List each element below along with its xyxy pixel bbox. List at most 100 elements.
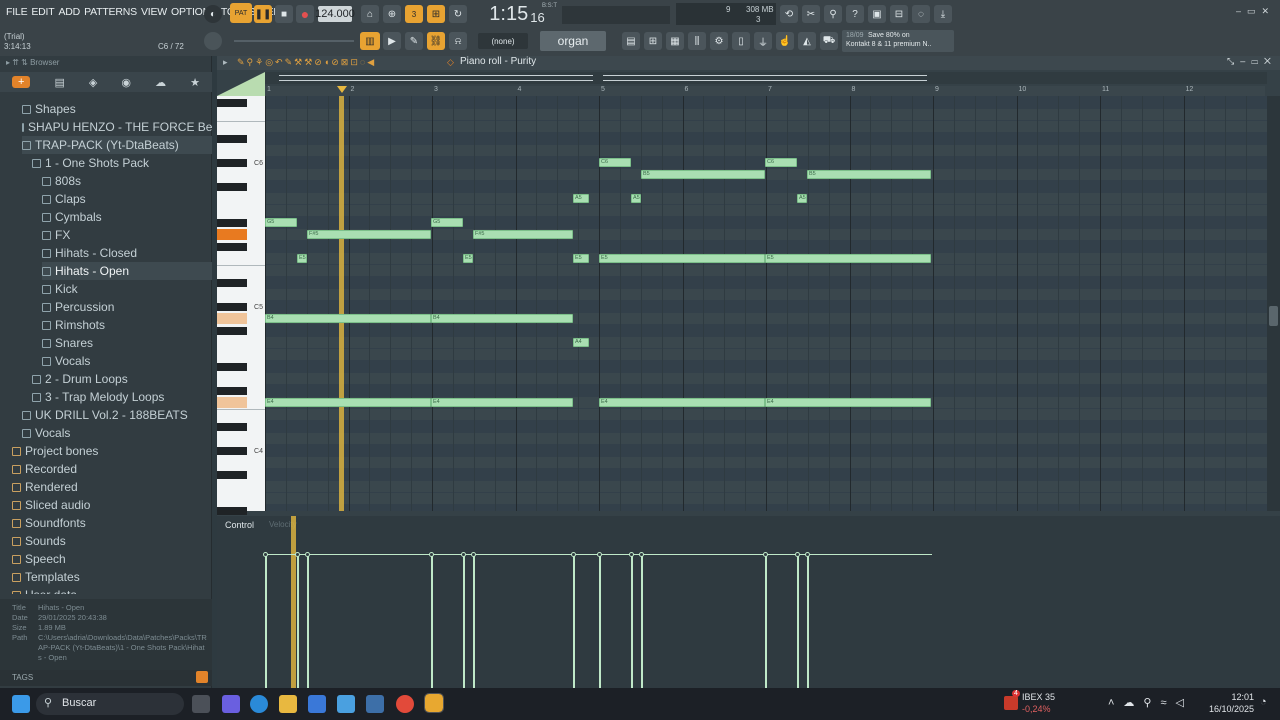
- pianoroll-overview[interactable]: [265, 72, 1267, 84]
- browser-item[interactable]: Soundfonts: [12, 514, 212, 532]
- clock[interactable]: 12:01: [1208, 692, 1254, 702]
- chrome-icon[interactable]: [396, 695, 414, 713]
- help-icon[interactable]: ?: [846, 5, 864, 23]
- black-key[interactable]: [217, 159, 247, 167]
- black-key[interactable]: [217, 387, 247, 395]
- black-key[interactable]: [217, 327, 247, 335]
- black-key[interactable]: [217, 243, 247, 251]
- black-key[interactable]: [217, 183, 247, 191]
- note-A5[interactable]: A5: [573, 194, 589, 203]
- velocity-handle[interactable]: [795, 552, 800, 557]
- browser-tab-1[interactable]: ▤: [54, 76, 64, 89]
- black-key[interactable]: [217, 135, 247, 143]
- browser-item[interactable]: 808s: [42, 172, 212, 190]
- black-key[interactable]: [217, 303, 247, 311]
- velocity-handle[interactable]: [295, 552, 300, 557]
- playhead-marker[interactable]: [337, 86, 347, 93]
- velocity-handle[interactable]: [639, 552, 644, 557]
- velocity-bar[interactable]: [573, 554, 575, 688]
- note-E4[interactable]: E4: [431, 398, 573, 407]
- black-key[interactable]: [217, 99, 247, 107]
- copilot-icon[interactable]: [222, 695, 240, 713]
- browser-item[interactable]: FX: [42, 226, 212, 244]
- note-E5[interactable]: E5: [765, 254, 931, 263]
- black-key[interactable]: [217, 423, 247, 431]
- velocity-bar[interactable]: [431, 554, 433, 688]
- browser-item[interactable]: 1 - One Shots Pack: [32, 154, 212, 172]
- mixer-view-icon[interactable]: ⫼: [688, 32, 706, 50]
- browser-tab-3[interactable]: ◉: [121, 76, 131, 89]
- blend-notes-button[interactable]: ⊞: [427, 5, 445, 23]
- mic-icon[interactable]: ⚲: [824, 5, 842, 23]
- note-E4[interactable]: E4: [599, 398, 765, 407]
- start-icon[interactable]: [12, 695, 30, 713]
- edge-icon[interactable]: [250, 695, 268, 713]
- note-E5[interactable]: E5: [463, 254, 473, 263]
- plug-icon[interactable]: ⏚: [754, 32, 772, 50]
- velocity-handle[interactable]: [597, 552, 602, 557]
- black-key[interactable]: [217, 279, 247, 287]
- black-key[interactable]: [217, 507, 247, 515]
- pattern-selector[interactable]: (none): [478, 33, 528, 49]
- velocity-bar[interactable]: [599, 554, 601, 688]
- pianoroll-window-controls[interactable]: ⤡–▭✕: [1227, 56, 1277, 67]
- browser-item[interactable]: Sounds: [12, 532, 212, 550]
- playlist-icon[interactable]: ▤: [622, 32, 640, 50]
- speaker-icon[interactable]: ◭: [798, 32, 816, 50]
- black-key[interactable]: [217, 363, 247, 371]
- velocity-bar[interactable]: [641, 554, 643, 688]
- date[interactable]: 16/10/2025: [1204, 704, 1254, 714]
- velocity-handle[interactable]: [461, 552, 466, 557]
- file-explorer-icon[interactable]: [279, 695, 297, 713]
- browser-item[interactable]: 3 - Trap Melody Loops: [32, 388, 212, 406]
- zoom-corner[interactable]: [217, 72, 265, 96]
- browser-item[interactable]: SHAPU HENZO - THE FORCE Beta Drum Kit: [22, 118, 212, 136]
- browser-item[interactable]: Vocals: [42, 352, 212, 370]
- note-F#5[interactable]: F#5: [307, 230, 431, 239]
- touch-icon[interactable]: ☝: [776, 32, 794, 50]
- menu-circle-icon[interactable]: ◐: [204, 5, 222, 23]
- note-B5[interactable]: B5: [807, 170, 931, 179]
- browser-tab-5[interactable]: ★: [190, 76, 200, 89]
- store-icon[interactable]: [308, 695, 326, 713]
- velocity-bar[interactable]: [307, 554, 309, 688]
- browser-item[interactable]: Kick: [42, 280, 212, 298]
- note-grid[interactable]: G5 F#5 E5 B4 E4 G5 E5 F#5 B4 E4 A5 E5 A4 C6 B5 A5 E5 E4 C6…: [265, 96, 1267, 511]
- timeline-ruler[interactable]: 1 2 3 4 5 6 7 8 9 10 11 12: [265, 86, 1265, 96]
- velocity-bar[interactable]: [631, 554, 633, 688]
- mail-icon[interactable]: [337, 695, 355, 713]
- black-key[interactable]: [217, 471, 247, 479]
- undo-icon[interactable]: ⟲: [780, 5, 798, 23]
- note-E5[interactable]: E5: [297, 254, 307, 263]
- download-icon[interactable]: ⤓: [934, 5, 952, 23]
- velocity-handle[interactable]: [429, 552, 434, 557]
- menu-file[interactable]: FILE: [4, 6, 29, 18]
- velocity-handle[interactable]: [571, 552, 576, 557]
- fl-studio-icon[interactable]: [424, 693, 444, 713]
- browser-item[interactable]: Speech: [12, 550, 212, 568]
- wait-icon[interactable]: ⊕: [383, 5, 401, 23]
- pianoroll-icon[interactable]: ⊞: [644, 32, 662, 50]
- velocity-handle[interactable]: [263, 552, 268, 557]
- menu-edit[interactable]: EDIT: [29, 6, 56, 18]
- note-E5[interactable]: E5: [573, 254, 589, 263]
- countdown-button[interactable]: 3: [405, 5, 423, 23]
- note-E4[interactable]: E4: [265, 398, 431, 407]
- browser-item[interactable]: User data: [12, 586, 212, 594]
- browser-item[interactable]: Templates: [12, 568, 212, 586]
- pianoroll-tools[interactable]: ✎⚲⚘◎↶✎⚒⚒⊘◖⊘⊠⊡◌◀: [237, 57, 376, 68]
- vertical-scrollbar[interactable]: [1267, 96, 1280, 511]
- master-volume-knob[interactable]: [204, 32, 222, 50]
- system-tray-icons[interactable]: ˄☁⚲≈◁: [1108, 696, 1193, 709]
- note-C6[interactable]: C6: [599, 158, 631, 167]
- note-F#5[interactable]: F#5: [473, 230, 573, 239]
- instrument-selector[interactable]: organ: [540, 31, 606, 51]
- note-B5[interactable]: B5: [641, 170, 765, 179]
- browser-item[interactable]: Rendered: [12, 478, 212, 496]
- playhead[interactable]: [339, 96, 344, 511]
- note-B4[interactable]: B4: [265, 314, 431, 323]
- browser-item[interactable]: Hihats - Closed: [42, 244, 212, 262]
- velocity-handle[interactable]: [805, 552, 810, 557]
- cart-icon[interactable]: ⛟: [820, 32, 838, 50]
- black-key[interactable]: [217, 447, 247, 455]
